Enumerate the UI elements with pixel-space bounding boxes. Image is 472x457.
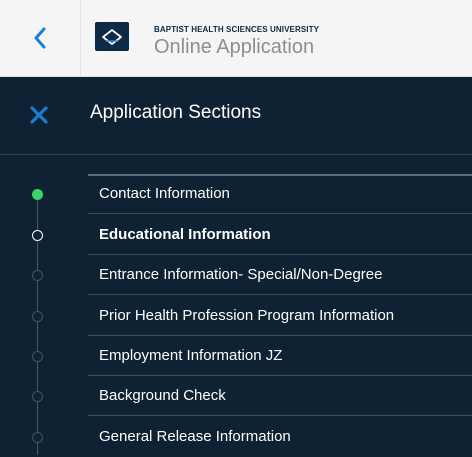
section-label[interactable]: Employment Information JZ bbox=[99, 336, 282, 376]
status-dot-current bbox=[32, 230, 43, 241]
row-divider bbox=[88, 294, 472, 295]
sections-bar: Application Sections bbox=[0, 77, 472, 155]
sections-title: Application Sections bbox=[90, 102, 262, 123]
org-name: BAPTIST HEALTH SCIENCES UNIVERSITY bbox=[154, 25, 320, 34]
section-label[interactable]: Entrance Information- Special/Non-Degree bbox=[99, 255, 382, 295]
section-item-general-release[interactable]: General Release Information bbox=[0, 417, 472, 457]
sections-list: Contact Information Educational Informat… bbox=[0, 154, 472, 455]
row-divider bbox=[88, 213, 472, 214]
status-dot-pending bbox=[32, 311, 43, 322]
section-item-contact-information[interactable]: Contact Information bbox=[0, 174, 472, 214]
chevron-left-icon bbox=[34, 27, 46, 49]
section-label[interactable]: Prior Health Profession Program Informat… bbox=[99, 296, 394, 336]
section-label[interactable]: Educational Information bbox=[99, 215, 271, 255]
row-divider bbox=[88, 415, 472, 416]
back-button[interactable] bbox=[0, 0, 81, 76]
section-item-educational-information[interactable]: Educational Information bbox=[0, 215, 472, 255]
close-button[interactable] bbox=[24, 100, 54, 130]
section-label[interactable]: Contact Information bbox=[99, 174, 230, 214]
section-item-employment-information[interactable]: Employment Information JZ bbox=[0, 336, 472, 376]
section-label[interactable]: General Release Information bbox=[99, 417, 291, 457]
section-item-entrance-information[interactable]: Entrance Information- Special/Non-Degree bbox=[0, 255, 472, 295]
app-title: Online Application bbox=[154, 36, 315, 58]
status-dot-pending bbox=[32, 391, 43, 402]
section-item-background-check[interactable]: Background Check bbox=[0, 376, 472, 416]
status-dot-done bbox=[32, 189, 43, 200]
close-icon bbox=[30, 106, 48, 124]
section-label[interactable]: Background Check bbox=[99, 376, 226, 416]
app-header: BAPTIST HEALTH SCIENCES UNIVERSITY Onlin… bbox=[0, 0, 472, 77]
status-dot-pending bbox=[32, 351, 43, 362]
status-dot-pending bbox=[32, 270, 43, 281]
status-dot-pending bbox=[32, 432, 43, 443]
section-item-prior-health-profession[interactable]: Prior Health Profession Program Informat… bbox=[0, 296, 472, 336]
university-logo bbox=[95, 22, 129, 51]
